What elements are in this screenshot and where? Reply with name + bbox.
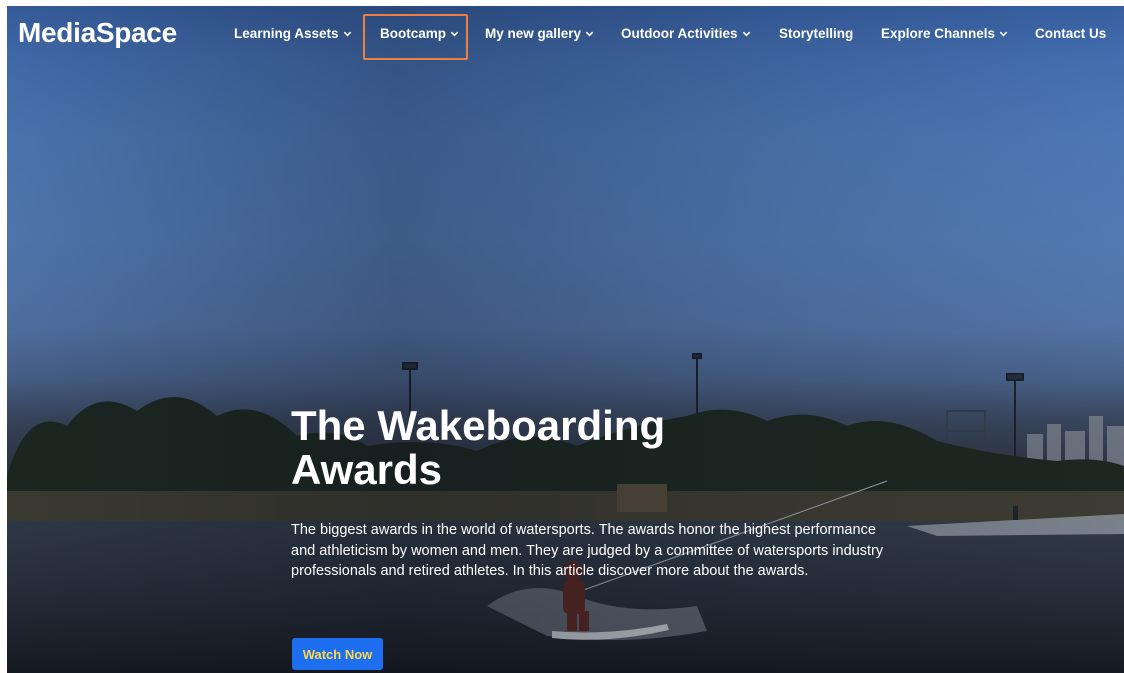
nav-item-label: Outdoor Activities xyxy=(621,26,738,41)
site-logo[interactable]: MediaSpace xyxy=(18,17,177,49)
nav-item-contact-us[interactable]: Contact Us xyxy=(1035,26,1106,41)
nav-item-label: Explore Channels xyxy=(881,26,996,41)
hero-description: The biggest awards in the world of water… xyxy=(291,522,884,579)
nav-item-label: Learning Assets xyxy=(234,26,339,41)
nav-item-outdoor-activities[interactable]: Outdoor Activities xyxy=(621,26,751,41)
top-navigation: MediaSpace Learning Assets Bootcamp My n… xyxy=(7,6,1124,60)
bootcamp-highlight-box xyxy=(363,14,468,60)
hero-title: The Wakeboarding Awards xyxy=(291,402,666,493)
nav-item-storytelling[interactable]: Storytelling xyxy=(779,26,853,41)
chevron-down-icon xyxy=(343,31,351,36)
nav-item-my-new-gallery[interactable]: My new gallery xyxy=(485,26,594,41)
page-frame: MediaSpace Learning Assets Bootcamp My n… xyxy=(7,6,1124,673)
nav-item-learning-assets[interactable]: Learning Assets xyxy=(234,26,352,41)
chevron-down-icon xyxy=(585,31,594,36)
chevron-down-icon xyxy=(742,31,750,36)
watch-now-button[interactable]: Watch Now xyxy=(292,638,383,670)
nav-item-label: Contact Us xyxy=(1035,26,1107,41)
nav-item-label: My new gallery xyxy=(485,26,582,41)
nav-item-label: Storytelling xyxy=(779,26,854,41)
chevron-down-icon xyxy=(999,31,1008,36)
nav-item-explore-channels[interactable]: Explore Channels xyxy=(881,26,1008,41)
